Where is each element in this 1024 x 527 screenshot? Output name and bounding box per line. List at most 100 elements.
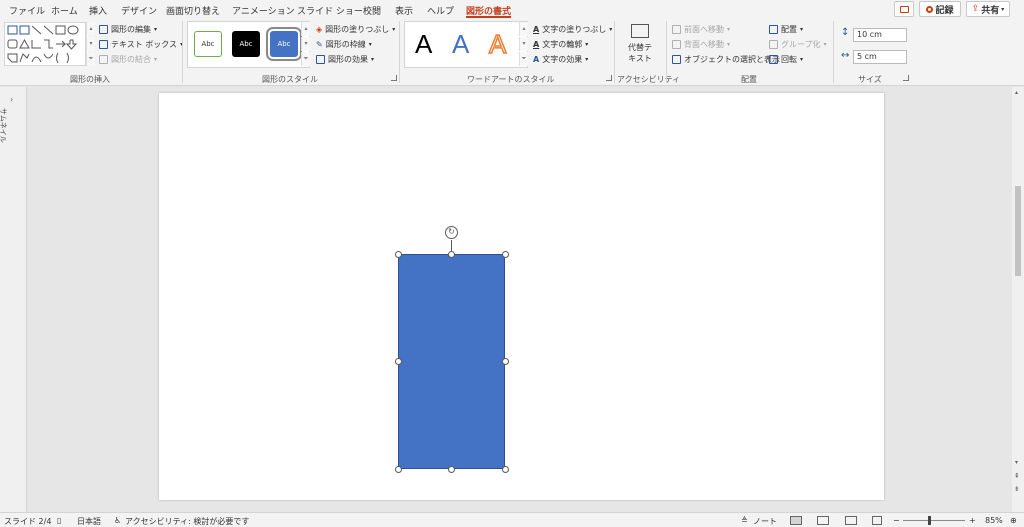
chevron-down-icon: ▾ [585, 56, 589, 63]
edit-shape-button[interactable]: 図形の編集 ▾ [99, 24, 157, 35]
tab-transitions[interactable]: 画面切り替え [166, 4, 220, 17]
text-fill-label: 文字の塗りつぶし [542, 25, 607, 34]
align-icon [769, 25, 778, 34]
zoom-slider-thumb[interactable] [928, 516, 931, 525]
shape-style-preset-blue[interactable]: Abc [266, 27, 302, 61]
slide-canvas[interactable] [159, 93, 884, 500]
scroll-up-icon[interactable]: ▴ [1015, 89, 1018, 96]
tab-help[interactable]: ヘルプ [427, 4, 454, 17]
text-outline-button[interactable]: A 文字の輪郭 ▾ [533, 39, 588, 50]
align-button[interactable]: 配置 ▾ [769, 24, 803, 35]
text-fill-button[interactable]: A 文字の塗りつぶし ▾ [533, 24, 612, 35]
wordart-scroll-up[interactable]: ▴ [519, 22, 528, 36]
dialog-launcher-icon[interactable] [391, 75, 397, 81]
comments-button[interactable] [894, 1, 914, 17]
group-button[interactable]: グループ化 ▾ [769, 39, 827, 50]
reading-view-icon[interactable] [845, 516, 857, 525]
slideshow-icon[interactable] [872, 516, 882, 525]
resize-handle-bottom-left[interactable] [395, 466, 402, 473]
resize-handle-right[interactable] [502, 358, 509, 365]
shape-style-preset-dark[interactable]: Abc [232, 31, 260, 57]
shape-fill-label: 図形の塗りつぶし [325, 25, 390, 34]
tab-home[interactable]: ホーム [51, 4, 78, 17]
wordart-preset-black[interactable]: A [415, 29, 432, 60]
zoom-out-icon[interactable]: − [893, 516, 900, 525]
shape-style-gallery[interactable]: Abc Abc Abc [187, 21, 310, 68]
vertical-scrollbar[interactable]: ▴ ⇞ ⇟ ▾ [1012, 87, 1024, 512]
language-indicator[interactable]: 日本語 [77, 516, 101, 527]
tab-insert[interactable]: 挿入 [89, 4, 107, 17]
slide-sorter-icon[interactable] [817, 516, 829, 525]
merge-shapes-button[interactable]: 図形の結合 ▾ [99, 54, 157, 65]
notes-button[interactable]: ノート [753, 516, 777, 527]
pen-icon: ✎ [316, 40, 323, 49]
spell-check-icon[interactable]: ▯ [57, 516, 61, 525]
zoom-level[interactable]: 85% [985, 516, 1003, 525]
resize-handle-left[interactable] [395, 358, 402, 365]
tab-animations[interactable]: アニメーション [232, 4, 295, 17]
rotate-button[interactable]: 回転 ▾ [769, 54, 803, 65]
shape-outline-button[interactable]: ✎ 図形の枠線 ▾ [316, 39, 372, 50]
height-icon: ↕ [841, 27, 850, 38]
wordart-preset-orange-outline[interactable]: A [488, 28, 507, 60]
shape-fill-button[interactable]: ◈ 図形の塗りつぶし ▾ [316, 24, 395, 35]
tab-design[interactable]: デザイン [121, 4, 157, 17]
wordart-scroll-down[interactable]: ▾ [519, 37, 528, 51]
resize-handle-top[interactable] [448, 251, 455, 258]
normal-view-icon[interactable] [790, 516, 802, 525]
send-backward-button[interactable]: 背面へ移動 ▾ [672, 39, 730, 50]
tab-view[interactable]: 表示 [395, 4, 413, 17]
wordart-preset-blue[interactable]: A [452, 29, 469, 60]
wordart-gallery-more[interactable]: ⏷ [519, 52, 528, 66]
shape-effects-label: 図形の効果 [328, 55, 368, 64]
share-button[interactable]: ⇪ 共有 ▾ [966, 1, 1010, 17]
next-slide-icon[interactable]: ⇟ [1014, 485, 1020, 493]
style-scroll-up[interactable]: ▴ [301, 22, 310, 36]
shapes-gallery-more[interactable]: ⏷ [86, 52, 95, 66]
chevron-right-icon[interactable]: › [10, 95, 13, 104]
vertical-scrollbar-thumb[interactable] [1015, 186, 1021, 276]
tab-review[interactable]: 校閲 [363, 4, 381, 17]
share-label: 共有 [981, 5, 1000, 16]
shapes-scroll-down[interactable]: ▾ [86, 37, 95, 51]
thumbnail-pane[interactable]: › [0, 87, 27, 512]
style-gallery-more[interactable]: ⏷ [301, 52, 310, 66]
style-scroll-down[interactable]: ▾ [301, 37, 310, 51]
wordart-gallery[interactable]: A A A [404, 21, 528, 68]
merge-shapes-icon [99, 55, 108, 64]
status-bar: スライド 2/4 ▯ 日本語 ♿ アクセシビリティ: 検討が必要です ≜ ノート… [0, 512, 1024, 527]
rotate-handle-icon[interactable]: ↻ [445, 226, 458, 239]
accessibility-status[interactable]: アクセシビリティ: 検討が必要です [125, 516, 249, 527]
chevron-down-icon: ▾ [727, 41, 731, 48]
shape-style-preset-outline[interactable]: Abc [194, 31, 222, 57]
shapes-gallery[interactable] [4, 22, 86, 66]
scroll-down-icon[interactable]: ▾ [1015, 459, 1018, 466]
bring-forward-button[interactable]: 前面へ移動 ▾ [672, 24, 730, 35]
previous-slide-icon[interactable]: ⇞ [1014, 472, 1020, 480]
comment-icon [899, 5, 909, 13]
text-box-button[interactable]: テキスト ボックス ▾ [99, 39, 183, 50]
shape-width-input[interactable]: 5 cm [853, 50, 907, 64]
zoom-slider[interactable] [903, 516, 965, 525]
dialog-launcher-icon[interactable] [606, 75, 612, 81]
resize-handle-top-left[interactable] [395, 251, 402, 258]
resize-handle-bottom-right[interactable] [502, 466, 509, 473]
shape-effects-button[interactable]: 図形の効果 ▾ [316, 54, 374, 65]
record-icon [926, 5, 934, 13]
resize-handle-bottom[interactable] [448, 466, 455, 473]
dialog-launcher-icon[interactable] [903, 75, 909, 81]
shape-height-input[interactable]: 10 cm [853, 28, 907, 42]
fit-to-window-icon[interactable]: ⊕ [1010, 516, 1017, 525]
selection-pane-button[interactable]: オブジェクトの選択と表示 [672, 54, 780, 65]
tab-file[interactable]: ファイル [9, 4, 45, 17]
tab-slideshow[interactable]: スライド ショー [297, 4, 363, 17]
record-button[interactable]: 記録 [919, 1, 961, 17]
group-label-arrange: 配置 [741, 75, 757, 84]
resize-handle-top-right[interactable] [502, 251, 509, 258]
text-outline-label: 文字の輪郭 [542, 40, 583, 49]
alt-text-button[interactable]: 代替テ キスト [620, 22, 660, 70]
shapes-scroll-up[interactable]: ▴ [86, 22, 95, 36]
text-effects-button[interactable]: A 文字の効果 ▾ [533, 54, 588, 65]
zoom-in-icon[interactable]: + [969, 516, 976, 525]
selected-rectangle-shape[interactable] [398, 254, 505, 469]
